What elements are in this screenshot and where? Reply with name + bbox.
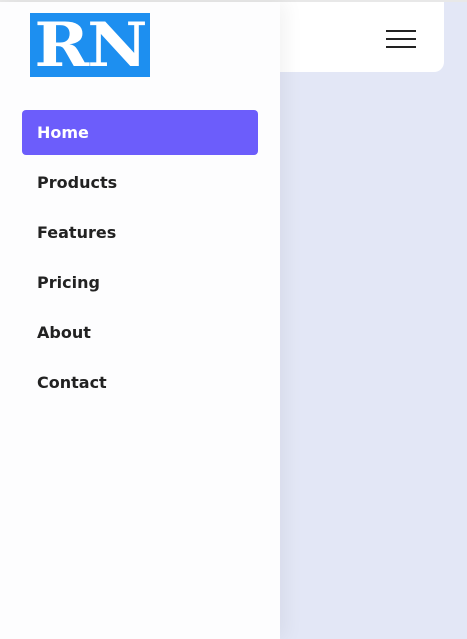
menu-line [386,30,416,32]
nav-item-products[interactable]: Products [22,160,258,205]
nav-item-contact[interactable]: Contact [22,360,258,405]
brand-logo[interactable]: RN [30,13,150,77]
nav-item-about[interactable]: About [22,310,258,355]
side-drawer: RN Home Products Features Pricing About … [0,2,280,639]
main-nav: Home Products Features Pricing About Con… [22,110,258,410]
hamburger-menu-icon[interactable] [384,28,418,50]
nav-item-label: About [37,323,91,342]
nav-item-label: Contact [37,373,107,392]
logo-text: RN [34,9,147,81]
nav-item-features[interactable]: Features [22,210,258,255]
nav-item-label: Features [37,223,117,242]
nav-item-label: Products [37,173,118,192]
nav-item-pricing[interactable]: Pricing [22,260,258,305]
nav-item-label: Home [37,123,89,142]
menu-line [386,46,416,48]
nav-item-home[interactable]: Home [22,110,258,155]
nav-item-label: Pricing [37,273,100,292]
menu-line [386,38,416,40]
